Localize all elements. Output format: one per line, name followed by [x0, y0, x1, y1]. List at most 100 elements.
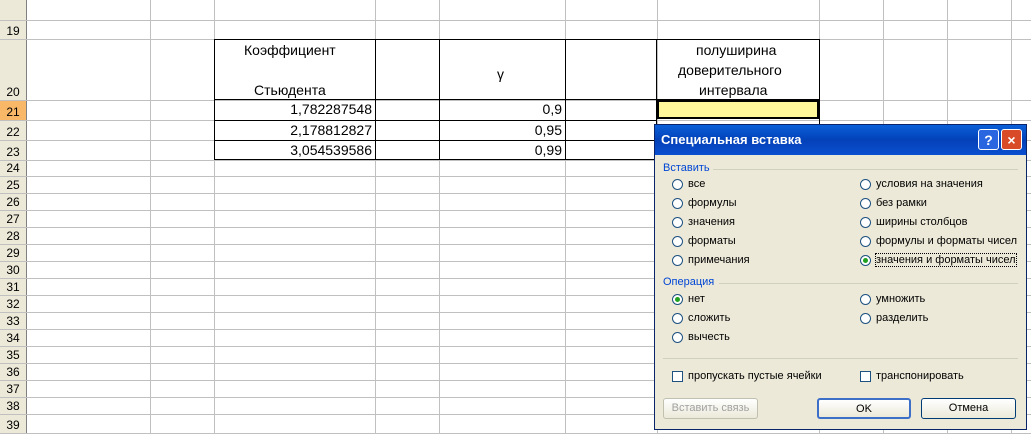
paste-option[interactable]: без рамки [860, 196, 927, 211]
header-halfwidth-line3: интервала [699, 82, 768, 98]
paste-option[interactable]: условия на значения [860, 177, 983, 192]
divider [713, 169, 1018, 170]
table-border [214, 39, 820, 40]
option-label: условия на значения [876, 178, 983, 190]
coef-cell[interactable]: 1,782287548 [214, 101, 375, 117]
row-header[interactable]: 33 [0, 312, 26, 329]
row-header[interactable]: 31 [0, 278, 26, 295]
operation-option[interactable]: сложить [672, 311, 730, 326]
radio-icon [672, 178, 683, 190]
option-label: формулы и форматы чисел [876, 235, 1018, 247]
row-number: 27 [6, 212, 20, 226]
checkbox-icon [860, 370, 871, 382]
row-number: 23 [6, 145, 20, 159]
radio-icon [672, 216, 683, 228]
operation-option-selected[interactable]: нет [672, 292, 705, 307]
row-header[interactable]: 36 [0, 363, 26, 380]
paste-link-button[interactable]: Вставить связь [663, 398, 758, 419]
row-header[interactable]: 34 [0, 329, 26, 346]
paste-special-dialog: Специальная вставка ? × Вставить все фор… [654, 124, 1027, 430]
row-number: 35 [6, 348, 20, 362]
row-header[interactable]: 35 [0, 346, 26, 363]
row-number: 34 [6, 331, 20, 345]
row-header[interactable]: 19 [0, 20, 26, 39]
row-header[interactable]: 22 [0, 120, 26, 140]
radio-icon [672, 254, 683, 266]
coef-cell[interactable]: 2,178812827 [214, 122, 375, 138]
paste-option[interactable]: значения [672, 215, 735, 230]
header-halfwidth-line2: доверительного [678, 62, 782, 78]
radio-icon [860, 235, 871, 247]
paste-option[interactable]: форматы [672, 234, 736, 249]
divider [719, 283, 1018, 284]
table-border [819, 39, 820, 124]
paste-option[interactable]: все [672, 177, 705, 192]
transpose-checkbox[interactable]: транспонировать [860, 369, 964, 384]
row-header[interactable]: 27 [0, 210, 26, 227]
row-header[interactable]: 21 [0, 100, 26, 120]
radio-icon [860, 178, 871, 190]
gamma-cell[interactable]: 0,95 [439, 122, 565, 138]
row-number: 21 [6, 105, 20, 119]
row-number: 20 [6, 85, 20, 99]
header-gamma: γ [497, 66, 504, 82]
row-number: 29 [6, 246, 20, 260]
skip-blanks-checkbox[interactable]: пропускать пустые ячейки [672, 369, 822, 384]
selected-cell[interactable] [657, 100, 819, 119]
radio-selected-icon [672, 293, 683, 305]
row-number: 31 [6, 280, 20, 294]
table-border [214, 120, 656, 121]
coef-cell[interactable]: 3,054539586 [214, 142, 375, 158]
header-coef-line1: Коэффициент [244, 42, 336, 58]
radio-icon [672, 197, 683, 209]
row-header[interactable]: 25 [0, 176, 26, 193]
dialog-title: Специальная вставка [661, 132, 802, 147]
cancel-button[interactable]: Отмена [921, 398, 1016, 419]
paste-option[interactable]: ширины столбцов [860, 215, 967, 230]
row-number: 28 [6, 229, 20, 243]
ok-button[interactable]: OK [817, 398, 911, 419]
divider [663, 358, 1018, 359]
row-header[interactable]: 29 [0, 244, 26, 261]
paste-option[interactable]: формулы и форматы чисел [860, 234, 1017, 249]
row-header[interactable]: 37 [0, 380, 26, 397]
radio-icon [672, 331, 683, 343]
row-header[interactable]: 39 [0, 414, 26, 433]
row-header[interactable]: 28 [0, 227, 26, 244]
option-label: умножить [876, 293, 926, 305]
row-header[interactable]: 20 [0, 39, 26, 100]
row-number: 24 [6, 161, 20, 175]
row-number: 30 [6, 263, 20, 277]
row-header[interactable]: 24 [0, 160, 26, 176]
row-header[interactable]: 32 [0, 295, 26, 312]
option-label: все [688, 178, 706, 190]
gamma-cell[interactable]: 0,99 [439, 142, 565, 158]
paste-group-label: Вставить [663, 162, 710, 174]
operation-option[interactable]: умножить [860, 292, 925, 307]
paste-option[interactable]: примечания [672, 253, 750, 268]
radio-icon [860, 293, 871, 305]
row-header[interactable]: 26 [0, 193, 26, 210]
gamma-cell[interactable]: 0,9 [439, 101, 565, 117]
paste-option[interactable]: формулы [672, 196, 737, 211]
row-header[interactable]: 30 [0, 261, 26, 278]
paste-option-selected[interactable]: значения и форматы чисел [860, 253, 1017, 268]
option-label: разделить [876, 312, 929, 324]
row-number: 19 [6, 24, 20, 38]
table-border [565, 39, 566, 160]
option-label: нет [688, 293, 705, 305]
grid-line [0, 20, 1031, 21]
row-header[interactable]: 38 [0, 397, 26, 414]
row-number: 26 [6, 195, 20, 209]
row-number: 37 [6, 382, 20, 396]
operation-option[interactable]: разделить [860, 311, 928, 326]
row-header[interactable]: 23 [0, 140, 26, 160]
radio-selected-icon [860, 254, 871, 266]
help-button[interactable]: ? [978, 129, 999, 150]
option-label: значения и форматы чисел [875, 253, 1017, 267]
row-number: 36 [6, 365, 20, 379]
close-button[interactable]: × [1001, 129, 1022, 150]
operation-option[interactable]: вычесть [672, 330, 730, 345]
option-label: пропускать пустые ячейки [688, 370, 822, 382]
table-border [375, 39, 376, 160]
